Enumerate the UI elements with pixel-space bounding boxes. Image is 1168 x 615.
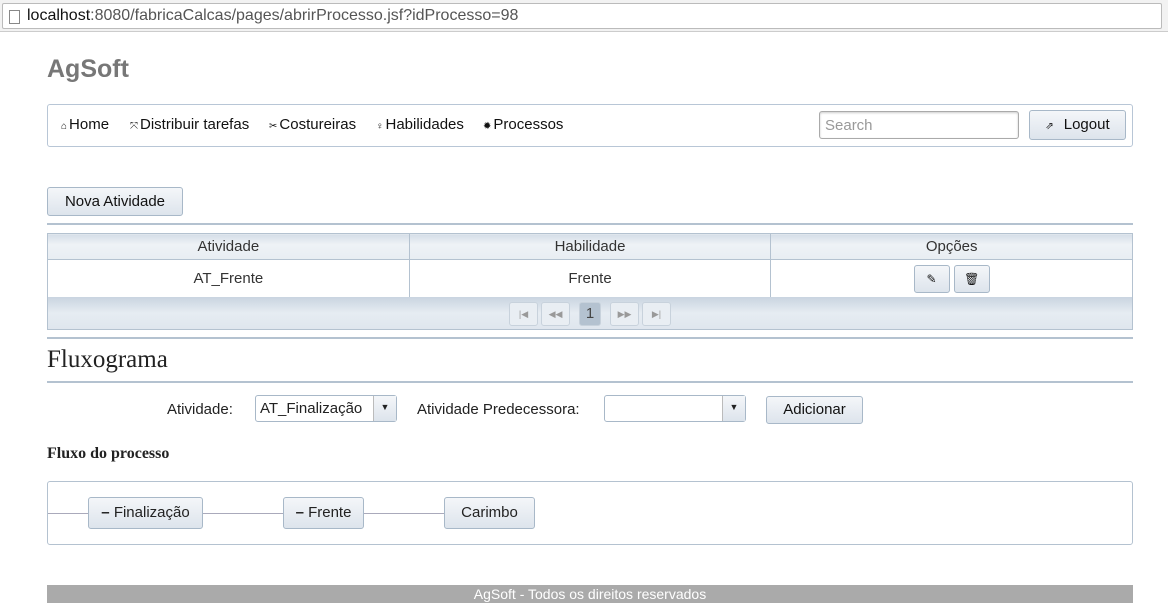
atividade-select[interactable]: AT_Finalização ▼: [255, 395, 397, 422]
logout-button[interactable]: ⇗ Logout: [1029, 110, 1126, 140]
prev-page-button[interactable]: ◀◀: [541, 302, 570, 326]
predecessora-select[interactable]: ▼: [604, 395, 746, 422]
node-label: Carimbo: [461, 504, 518, 521]
node-label: Frente: [308, 504, 352, 521]
column-header[interactable]: Atividade: [47, 233, 410, 260]
page-button[interactable]: 1: [579, 302, 601, 326]
browser-toolbar: localhost:8080/fabricaCalcas/pages/abrir…: [0, 0, 1168, 32]
gear-icon: ✹: [483, 121, 492, 132]
divider: [47, 223, 1133, 225]
chevron-down-icon: ▼: [722, 396, 745, 421]
flow-node[interactable]: – Frente: [283, 497, 364, 529]
collapse-icon: –: [101, 504, 114, 521]
delete-button[interactable]: 🗑: [953, 264, 990, 293]
url-bar[interactable]: localhost:8080/fabricaCalcas/pages/abrir…: [2, 3, 1162, 29]
collapse-icon: –: [295, 504, 309, 521]
flow-node[interactable]: Carimbo: [444, 497, 535, 529]
flow-node[interactable]: – Finalização: [88, 497, 203, 529]
first-page-button[interactable]: |◀: [509, 302, 538, 326]
atividade-label: Atividade:: [167, 401, 233, 418]
trash-icon: 🗑: [964, 271, 980, 286]
footer: AgSoft - Todos os direitos reservados: [47, 585, 1133, 603]
menu-label: Home: [69, 116, 110, 133]
home-icon: ⌂: [61, 121, 68, 132]
url-path: :8080/fabricaCalcas/pages/abrirProcesso.…: [90, 7, 519, 24]
column-header[interactable]: Habilidade: [408, 233, 772, 260]
connector: [48, 513, 88, 514]
page-icon: [9, 10, 20, 24]
external-link-icon: ⇗: [1045, 121, 1054, 132]
menu-label: Distribuir tarefas: [140, 116, 250, 133]
menu-item-distribuir[interactable]: ⤧ Distribuir tarefas: [130, 116, 249, 133]
column-header: Opções: [770, 233, 1133, 260]
fluxograma-title: Fluxograma: [47, 346, 168, 373]
arrows-icon: ⤧: [130, 121, 138, 132]
cell-atividade: AT_Frente: [47, 259, 410, 298]
nova-atividade-button[interactable]: Nova Atividade: [47, 187, 183, 216]
logout-label: Logout: [1063, 116, 1110, 133]
predecessora-label: Atividade Predecessora:: [417, 401, 580, 418]
connector: [203, 513, 283, 514]
next-page-button[interactable]: ▶▶: [610, 302, 639, 326]
menu-label: Habilidades: [385, 116, 464, 133]
brand-logo: AgSoft: [47, 55, 129, 83]
cell-opcoes: ✎ 🗑: [770, 259, 1133, 298]
divider: [47, 381, 1133, 383]
select-value: AT_Finalização: [260, 400, 363, 417]
lightbulb-icon: ♀: [376, 121, 384, 132]
atividades-table: Atividade Habilidade Opções AT_Frente Fren…: [47, 233, 1133, 298]
edit-button[interactable]: ✎: [913, 264, 950, 293]
pencil-icon: ✎: [926, 271, 937, 286]
adicionar-button[interactable]: Adicionar: [766, 396, 863, 424]
menu-item-costureiras[interactable]: ✂ Costureiras: [269, 116, 356, 133]
menu-item-habilidades[interactable]: ♀ Habilidades: [376, 116, 464, 133]
table-row: AT_Frente Frente ✎ 🗑: [47, 259, 1133, 298]
menu-label: Costureiras: [279, 116, 357, 133]
menu-item-home[interactable]: ⌂ Home: [61, 116, 109, 133]
node-label: Finalização: [113, 504, 190, 521]
menu-label: Processos: [493, 116, 564, 133]
menu-item-processos[interactable]: ✹ Processos: [483, 116, 563, 133]
fluxo-title: Fluxo do processo: [47, 445, 170, 462]
last-page-button[interactable]: ▶|: [642, 302, 671, 326]
search-input[interactable]: [819, 111, 1019, 139]
connector: [364, 513, 444, 514]
cell-habilidade: Frente: [408, 259, 772, 298]
chevron-down-icon: ▼: [373, 396, 396, 421]
url-host: localhost: [27, 7, 91, 24]
scissors-icon: ✂: [269, 121, 278, 132]
divider: [47, 337, 1133, 339]
